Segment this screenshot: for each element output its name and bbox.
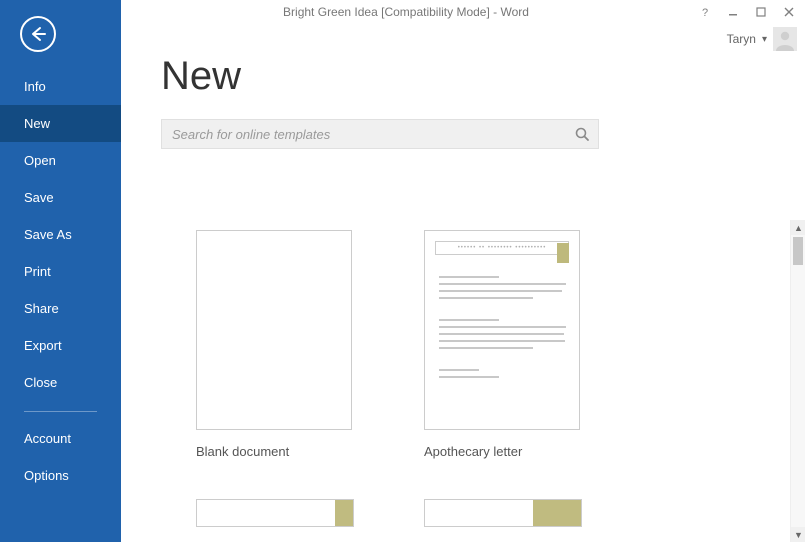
nav-separator xyxy=(24,411,97,412)
search-icon xyxy=(574,126,590,142)
nav-close[interactable]: Close xyxy=(0,364,121,401)
template-partial-1[interactable] xyxy=(196,499,354,527)
search-button[interactable] xyxy=(572,124,592,144)
nav-open[interactable]: Open xyxy=(0,142,121,179)
nav-save-as[interactable]: Save As xyxy=(0,216,121,253)
template-thumbnail xyxy=(424,499,582,527)
back-arrow-icon xyxy=(28,24,48,44)
search-input[interactable] xyxy=(172,127,572,142)
nav-list: Info New Open Save Save As Print Share E… xyxy=(0,68,121,494)
nav-options[interactable]: Options xyxy=(0,457,121,494)
template-thumbnail xyxy=(196,499,354,527)
template-thumbnail: •••••• •• •••••••• •••••••••• xyxy=(424,230,580,430)
scroll-down-button[interactable]: ▼ xyxy=(791,527,805,542)
scroll-up-button[interactable]: ▲ xyxy=(791,220,805,235)
template-label: Blank document xyxy=(196,444,354,459)
page-heading: New xyxy=(161,54,805,99)
search-box[interactable] xyxy=(161,119,599,149)
template-label: Apothecary letter xyxy=(424,444,582,459)
nav-info[interactable]: Info xyxy=(0,68,121,105)
nav-save[interactable]: Save xyxy=(0,179,121,216)
nav-share[interactable]: Share xyxy=(0,290,121,327)
scroll-thumb[interactable] xyxy=(793,237,803,265)
template-thumbnail xyxy=(196,230,352,430)
template-grid: Blank document •••••• •• •••••••• ••••••… xyxy=(161,220,790,527)
back-button[interactable] xyxy=(20,16,56,52)
template-blank-document[interactable]: Blank document xyxy=(196,230,354,459)
template-apothecary-letter[interactable]: •••••• •• •••••••• •••••••••• Apothecary… xyxy=(424,230,582,459)
nav-account[interactable]: Account xyxy=(0,420,121,457)
backstage-sidebar: Info New Open Save Save As Print Share E… xyxy=(0,0,121,542)
nav-export[interactable]: Export xyxy=(0,327,121,364)
nav-print[interactable]: Print xyxy=(0,253,121,290)
template-pane: Blank document •••••• •• •••••••• ••••••… xyxy=(161,220,790,542)
template-partial-2[interactable] xyxy=(424,499,582,527)
templates-scrollbar[interactable]: ▲ ▼ xyxy=(790,220,805,542)
nav-new[interactable]: New xyxy=(0,105,121,142)
